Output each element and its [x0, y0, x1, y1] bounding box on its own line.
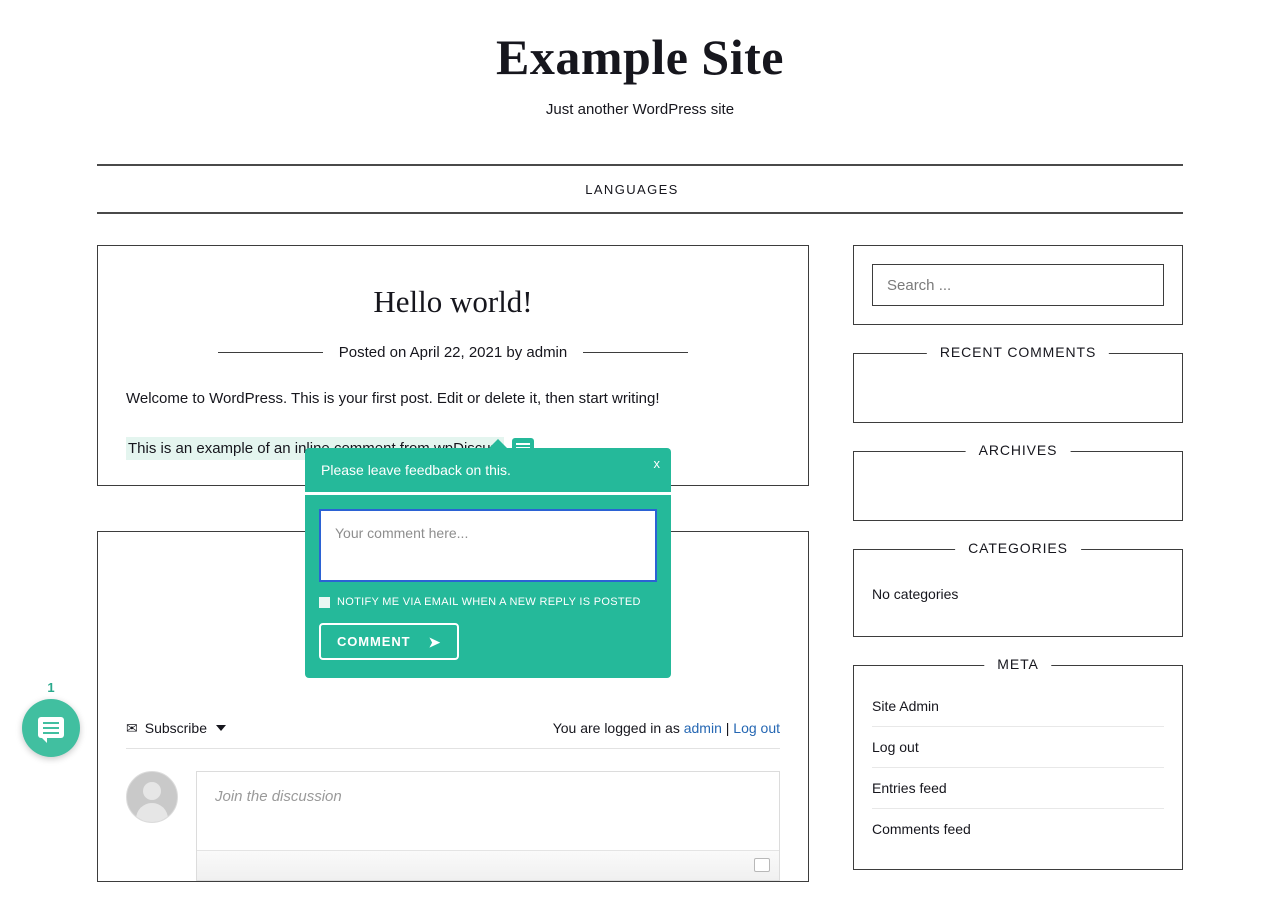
widget-title: META — [984, 656, 1052, 672]
list-item: Comments feed — [872, 809, 1164, 849]
notify-label: NOTIFY ME VIA EMAIL WHEN A NEW REPLY IS … — [337, 596, 641, 608]
nav-item-languages[interactable]: LANGUAGES — [585, 182, 679, 197]
post-paragraph-1: Welcome to WordPress. This is your first… — [126, 390, 660, 407]
widget-archives: ARCHIVES — [853, 442, 1183, 521]
widget-title: ARCHIVES — [965, 442, 1071, 458]
meta-rule-right — [583, 352, 689, 353]
meta-rule-left — [217, 352, 323, 353]
submit-comment-label: COMMENT — [337, 634, 411, 649]
inline-popup-header: Please leave feedback on this. x — [305, 439, 671, 492]
post-meta-row: Posted on April 22, 2021 by admin — [126, 344, 780, 361]
list-item: Entries feed — [872, 768, 1164, 809]
editor-toolbar-button[interactable] — [754, 858, 770, 872]
chevron-down-icon — [216, 725, 226, 731]
list-item: Site Admin — [872, 686, 1164, 727]
subscribe-bar: ✉ Subscribe You are logged in as admin |… — [126, 720, 780, 749]
status-separator: | — [721, 720, 734, 736]
sidebar: RECENT COMMENTS ARCHIVES CATEGORIES No c… — [853, 245, 1183, 898]
comment-editor-toolbar — [197, 850, 779, 880]
user-avatar-icon — [126, 771, 178, 823]
close-icon[interactable]: x — [654, 457, 661, 470]
inline-popup-heading: Please leave feedback on this. — [321, 462, 511, 478]
floating-bubble-badge: 1 — [47, 680, 55, 695]
inline-comment-textarea[interactable] — [319, 509, 657, 582]
meta-link-site-admin[interactable]: Site Admin — [872, 686, 1164, 726]
site-header: Example Site Just another WordPress site — [0, 0, 1280, 119]
logout-link[interactable]: Log out — [733, 720, 780, 736]
popup-pointer-arrow — [488, 439, 508, 449]
floating-comment-bubble[interactable] — [22, 699, 80, 757]
site-title[interactable]: Example Site — [0, 30, 1280, 85]
meta-link-entries-feed[interactable]: Entries feed — [872, 768, 1164, 808]
inline-popup-body: NOTIFY ME VIA EMAIL WHEN A NEW REPLY IS … — [305, 495, 671, 678]
widget-recent-comments: RECENT COMMENTS — [853, 344, 1183, 423]
notify-checkbox-row[interactable]: NOTIFY ME VIA EMAIL WHEN A NEW REPLY IS … — [319, 596, 657, 608]
widget-body — [872, 472, 1164, 500]
widget-categories: CATEGORIES No categories — [853, 540, 1183, 637]
meta-list: Site Admin Log out Entries feed Comments… — [872, 686, 1164, 849]
widget-title: CATEGORIES — [955, 540, 1081, 556]
comment-bubble-icon — [38, 717, 64, 743]
send-arrow-icon: ➤ — [428, 633, 442, 650]
comment-input-wrapper[interactable]: Join the discussion — [196, 771, 780, 881]
primary-navigation: LANGUAGES — [97, 164, 1183, 214]
notify-checkbox[interactable] — [319, 596, 330, 608]
comment-placeholder[interactable]: Join the discussion — [197, 772, 779, 805]
logged-in-status: You are logged in as admin | Log out — [553, 720, 780, 736]
post-title[interactable]: Hello world! — [126, 284, 780, 320]
meta-link-comments-feed[interactable]: Comments feed — [872, 809, 1164, 849]
post-meta: Posted on April 22, 2021 by admin — [338, 344, 568, 361]
widget-body — [872, 374, 1164, 402]
comment-editor: Join the discussion — [126, 771, 780, 881]
site-description: Just another WordPress site — [545, 101, 735, 118]
submit-comment-button[interactable]: COMMENT ➤ — [319, 623, 460, 660]
widget-title: RECENT COMMENTS — [926, 344, 1110, 360]
subscribe-label: Subscribe — [144, 720, 207, 736]
search-input[interactable] — [872, 264, 1164, 306]
inline-comment-popup: Please leave feedback on this. x NOTIFY … — [305, 439, 671, 678]
widget-meta: META Site Admin Log out Entries feed Com… — [853, 656, 1183, 870]
subscribe-control[interactable]: ✉ Subscribe — [126, 720, 226, 736]
envelope-icon: ✉ — [126, 720, 138, 736]
current-user-link[interactable]: admin — [684, 720, 722, 736]
search-widget — [853, 245, 1183, 325]
categories-empty-text: No categories — [872, 586, 959, 602]
list-item: Log out — [872, 727, 1164, 768]
meta-link-log-out[interactable]: Log out — [872, 727, 1164, 767]
logged-in-prefix: You are logged in as — [552, 720, 684, 736]
